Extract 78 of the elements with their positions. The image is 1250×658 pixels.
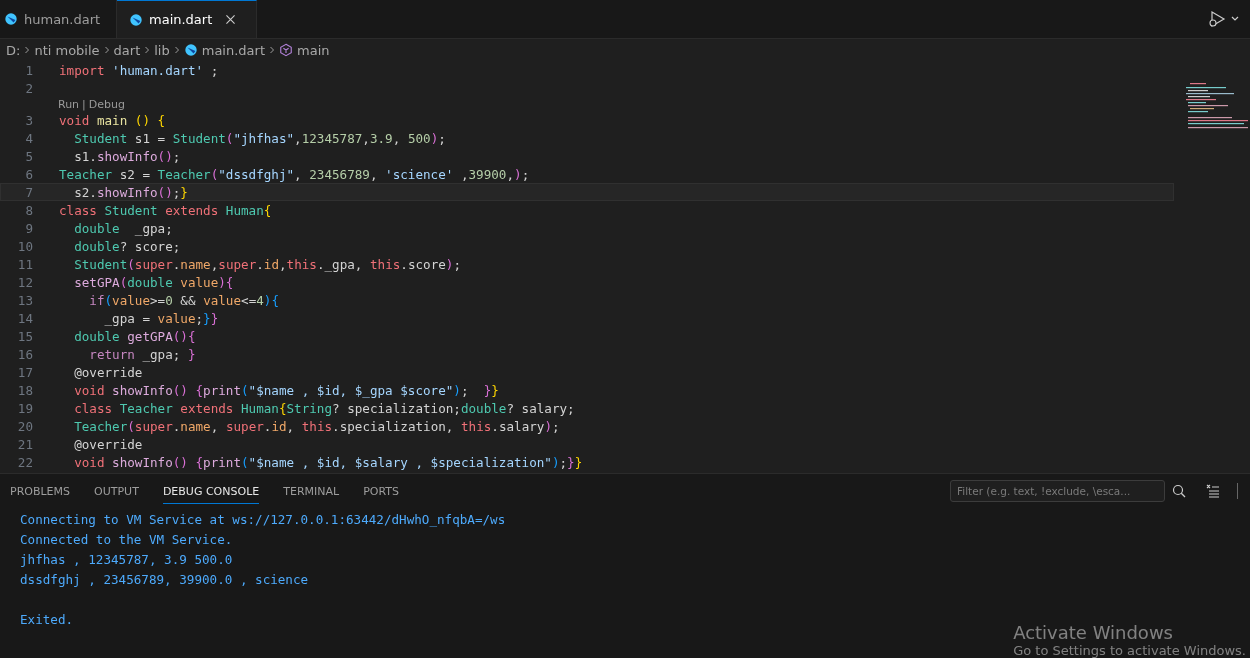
line-number: 16 — [16, 346, 33, 362]
cube-icon — [279, 43, 293, 57]
filter-field[interactable]: Filter (e.g. text, !exclude, \esca... — [950, 480, 1165, 502]
line-number: 8 — [24, 202, 33, 218]
separator: | — [82, 97, 86, 111]
dart-file-icon — [129, 12, 143, 27]
clear-console-icon[interactable] — [1205, 483, 1221, 499]
code-line: return _gpa; } — [88, 346, 196, 362]
code-line: class Student extends Human{ — [59, 202, 272, 218]
code-line: void main () { — [59, 112, 166, 128]
code-line: Teacher(super.name, super.id, this.specialization, this.salary); — [73, 418, 560, 434]
code-line: @override — [73, 364, 143, 380]
line-number: 3 — [24, 112, 33, 128]
line-number: 10 — [16, 238, 33, 254]
console-line: jhfhas , 12345787, 3.9 500.0 — [20, 552, 233, 567]
chevron-icon — [103, 45, 110, 55]
line-number: 5 — [24, 148, 33, 164]
code-line: double getGPA(){ — [73, 328, 196, 344]
panel-tab[interactable]: DEBUG CONSOLE — [162, 478, 260, 504]
activation-text: Go to Settings to activate Windows. — [1013, 643, 1246, 658]
activation-title: Activate Windows — [1013, 622, 1174, 643]
line-number: 7 — [24, 184, 33, 200]
line-number: 6 — [24, 166, 33, 182]
line-number: 22 — [16, 454, 33, 470]
breadcrumb-item[interactable]: nti mobile — [34, 42, 100, 58]
console-line: Connecting to VM Service at ws://127.0.0.1:63442/dHwhO_nfqbA=/ws — [20, 512, 506, 527]
breadcrumb-item[interactable]: D: — [6, 42, 21, 58]
code-line: void showInfo() {print("$name , $id, $_gpa $score"); }} — [73, 382, 499, 398]
chevron-icon — [269, 45, 275, 55]
code-line: class Teacher extends Human{String? specialization;double? salary; — [73, 400, 575, 416]
code-line: void showInfo() {print("$name , $id, $salary , $specialization");}} — [73, 454, 583, 470]
code-line: s1.showInfo(); — [73, 148, 181, 164]
line-number: 17 — [16, 364, 33, 380]
code-line: s2.showInfo();} — [73, 184, 188, 200]
line-number: 13 — [16, 292, 33, 308]
code-lens-link[interactable]: Debug — [88, 97, 125, 111]
code-line: if(value>=0 && value<=4){ — [88, 292, 279, 308]
line-number: 11 — [16, 256, 33, 272]
line-number: 19 — [16, 400, 33, 416]
breadcrumb-item[interactable]: main — [297, 42, 330, 58]
line-number: 14 — [16, 310, 33, 326]
code-line: @override — [73, 436, 143, 452]
panel-tab[interactable]: PORTS — [363, 478, 399, 504]
breadcrumb-item[interactable]: lib — [154, 42, 170, 58]
line-number: 2 — [24, 80, 33, 96]
line-number: 4 — [24, 130, 33, 146]
line-number: 18 — [16, 382, 33, 398]
chevron-icon — [144, 45, 151, 55]
code-line: setGPA(double value){ — [73, 274, 234, 290]
code-line: Student s1 = Student("jhfhas",12345787,3.9, 500); — [73, 130, 446, 146]
line-number: 9 — [24, 220, 33, 236]
panel-tab[interactable]: PROBLEMS — [10, 478, 71, 504]
line-number: 12 — [16, 274, 33, 290]
panel-tab[interactable]: TERMINAL — [283, 478, 340, 504]
console-line: Connected to the VM Service. — [20, 532, 233, 547]
chevron-icon — [173, 45, 180, 55]
panel-tab[interactable]: OUTPUT — [94, 478, 139, 504]
code-lens-link[interactable]: Run — [58, 97, 80, 111]
editor-tab[interactable]: main.dart — [117, 0, 257, 38]
code-line: Teacher s2 = Teacher("dssdfghj", 23456789, 'science' ,39900,); — [59, 166, 530, 182]
breadcrumb-item[interactable]: dart — [113, 42, 141, 58]
console-line: Exited. — [20, 612, 74, 627]
dart-file-icon — [183, 43, 198, 57]
code-line: double? score; — [73, 238, 181, 254]
line-number: 21 — [16, 436, 33, 452]
code-line: double _gpa; — [73, 220, 173, 236]
code-line: import 'human.dart' ; — [59, 62, 219, 78]
line-number: 1 — [24, 62, 33, 78]
chevron-icon — [24, 45, 31, 55]
breadcrumb-item[interactable]: main.dart — [201, 42, 265, 58]
close-icon[interactable] — [224, 13, 238, 26]
code-line: Student(super.name,super.id,this._gpa, this.score); — [73, 256, 462, 272]
console-line: dssdfghj , 23456789, 39900.0 , science — [20, 572, 309, 587]
dart-file-icon — [4, 12, 18, 26]
line-number: 15 — [16, 328, 33, 344]
search-icon[interactable] — [1171, 483, 1187, 499]
code-line: _gpa = value;}} — [103, 310, 219, 326]
line-number: 20 — [16, 418, 33, 434]
